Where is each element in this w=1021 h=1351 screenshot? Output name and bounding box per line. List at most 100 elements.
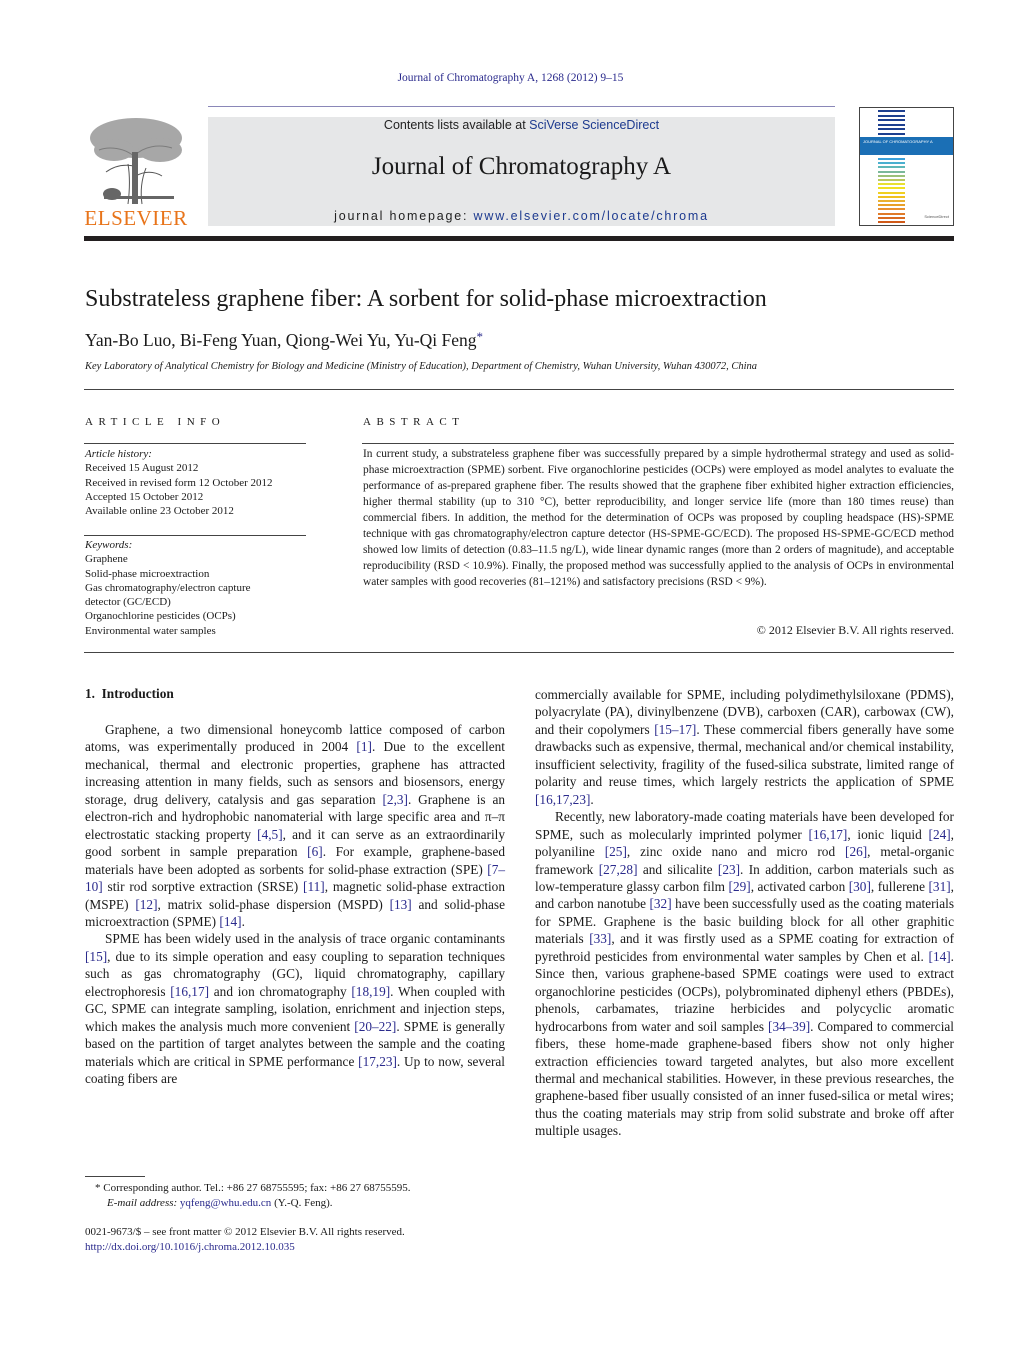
journal-citation-link[interactable]: Journal of Chromatography A, 1268 (2012)… xyxy=(0,72,1021,84)
reference-link[interactable]: [12] xyxy=(135,897,157,912)
reference-link[interactable]: [17,23] xyxy=(358,1054,397,1069)
paragraph: SPME has been widely used in the analysi… xyxy=(85,930,505,1087)
journal-masthead: Contents lists available at SciVerse Sci… xyxy=(208,117,835,226)
paragraph-text: . Compared to commercial fibers, these h… xyxy=(535,1018,954,1139)
reference-link[interactable]: [26] xyxy=(845,844,867,859)
corresponding-author-footnote: * Corresponding author. Tel.: +86 27 687… xyxy=(85,1181,505,1211)
cover-title: JOURNAL OF CHROMATOGRAPHY A xyxy=(863,139,933,144)
reference-link[interactable]: [1] xyxy=(356,739,372,754)
history-label: Article history: xyxy=(85,448,152,460)
doi-link[interactable]: http://dx.doi.org/10.1016/j.chroma.2012.… xyxy=(85,1241,295,1253)
journal-name: Journal of Chromatography A xyxy=(371,153,672,180)
contents-prefix: Contents lists available at xyxy=(383,118,530,132)
reference-link[interactable]: [31] xyxy=(929,879,951,894)
masthead-divider xyxy=(84,236,954,241)
paragraph-text: , ionic liquid xyxy=(847,826,929,842)
paragraph-text: stir rod sorptive extraction (SRSE) xyxy=(102,879,304,895)
keyword: Solid-phase microextraction xyxy=(85,567,210,580)
email-suffix: (Y.-Q. Feng). xyxy=(271,1197,333,1209)
history-item: Accepted 15 October 2012 xyxy=(85,490,204,503)
email-link[interactable]: yqfeng@whu.edu.cn xyxy=(180,1197,271,1209)
reference-link[interactable]: [30] xyxy=(849,879,871,894)
reference-link[interactable]: [14] xyxy=(929,949,951,964)
reference-link[interactable]: [33] xyxy=(589,931,611,946)
cover-stripe xyxy=(878,221,905,223)
footnote-mark: * xyxy=(95,1182,101,1194)
cover-badge: ScienceDirect xyxy=(924,214,949,219)
reference-link[interactable]: [34–39] xyxy=(768,1019,810,1034)
article-title: Substrateless graphene fiber: A sorbent … xyxy=(85,286,767,312)
reference-link[interactable]: [25] xyxy=(605,844,627,859)
abstract-text: In current study, a substrateless graphe… xyxy=(363,448,954,589)
reference-link[interactable]: [16,17,23] xyxy=(535,792,590,807)
cover-stripe xyxy=(878,119,905,121)
body-column-left: Graphene, a two dimensional honeycomb la… xyxy=(85,721,505,1088)
keywords: Keywords: Graphene Solid-phase microextr… xyxy=(85,538,315,638)
reference-link[interactable]: [2,3] xyxy=(383,792,408,807)
reference-link[interactable]: [14] xyxy=(219,914,241,929)
paragraph-text: SPME has been widely used in the analysi… xyxy=(105,931,505,947)
section-heading-introduction: 1. Introduction xyxy=(85,686,174,701)
reference-link[interactable]: [13] xyxy=(390,897,412,912)
reference-link[interactable]: [4,5] xyxy=(257,827,282,842)
reference-link[interactable]: [20–22] xyxy=(354,1019,396,1034)
reference-link[interactable]: [6] xyxy=(307,844,323,859)
abstract-heading: ABSTRACT xyxy=(363,416,465,428)
reference-link[interactable]: [15–17] xyxy=(654,722,696,737)
authors-text: Yan-Bo Luo, Bi-Feng Yuan, Qiong-Wei Yu, … xyxy=(85,330,477,350)
keyword: Environmental water samples xyxy=(85,624,216,637)
paragraph: Recently, new laboratory-made coating ma… xyxy=(535,808,954,1140)
cover-stripe xyxy=(878,187,905,190)
cover-stripe xyxy=(878,183,905,186)
corresponding-author-mark[interactable]: * xyxy=(477,329,484,344)
sciencedirect-link[interactable]: SciVerse ScienceDirect xyxy=(529,118,659,132)
cover-stripe xyxy=(878,195,905,198)
history-item: Received in revised form 12 October 2012 xyxy=(85,476,273,489)
reference-link[interactable]: [15] xyxy=(85,949,107,964)
elsevier-wordmark: ELSEVIER xyxy=(84,206,188,230)
elsevier-tree-icon xyxy=(90,118,182,205)
reference-link[interactable]: [32] xyxy=(649,896,671,911)
affiliation: Key Laboratory of Analytical Chemistry f… xyxy=(85,361,758,372)
cover-stripe xyxy=(878,212,905,215)
cover-title-band: JOURNAL OF CHROMATOGRAPHY A xyxy=(860,137,953,155)
cover-stripe xyxy=(878,191,905,194)
article-history: Article history: Received 15 August 2012… xyxy=(85,447,315,518)
header-rule xyxy=(208,106,835,107)
article-info-rule xyxy=(84,443,306,444)
cover-stripe xyxy=(878,114,905,117)
paragraph-text: , zinc oxide nano and micro rod xyxy=(626,844,846,860)
paragraph-text: . xyxy=(241,913,245,929)
paragraph-text: . xyxy=(590,791,594,807)
paragraph: commercially available for SPME, includi… xyxy=(535,686,954,808)
cover-stripe xyxy=(878,204,905,207)
cover-stripe xyxy=(878,208,905,211)
cover-stripe xyxy=(878,132,905,135)
keyword: Gas chromatography/electron capture dete… xyxy=(85,581,251,609)
paragraph-text: , activated carbon xyxy=(750,878,849,894)
history-item: Available online 23 October 2012 xyxy=(85,505,234,518)
reference-link[interactable]: [18,19] xyxy=(351,984,390,999)
email-label: E-mail address: xyxy=(107,1197,180,1209)
reference-link[interactable]: [16,17] xyxy=(809,827,848,842)
elsevier-logo[interactable]: ELSEVIER xyxy=(84,116,188,231)
cover-stripe xyxy=(878,170,905,173)
keywords-rule xyxy=(84,535,306,536)
reference-link[interactable]: [11] xyxy=(303,879,325,894)
keyword: Graphene xyxy=(85,553,128,566)
journal-cover-thumbnail[interactable]: JOURNAL OF CHROMATOGRAPHY A ScienceDirec… xyxy=(859,107,954,226)
reference-link[interactable]: [16,17] xyxy=(170,984,209,999)
footnote-rule xyxy=(85,1176,145,1177)
keywords-label: Keywords: xyxy=(85,539,133,551)
reference-link[interactable]: [24] xyxy=(929,827,951,842)
abstract-rule xyxy=(362,443,954,444)
cover-stripe xyxy=(878,110,905,112)
cover-stripe xyxy=(878,179,905,181)
body-column-right: commercially available for SPME, includi… xyxy=(535,686,954,1140)
cover-stripe xyxy=(878,166,905,169)
reference-link[interactable]: [23] xyxy=(718,862,740,877)
article-info-heading: ARTICLE INFO xyxy=(85,416,226,428)
reference-link[interactable]: [27,28] xyxy=(599,862,638,877)
reference-link[interactable]: [29] xyxy=(729,879,751,894)
homepage-link[interactable]: www.elsevier.com/locate/chroma xyxy=(474,209,709,223)
